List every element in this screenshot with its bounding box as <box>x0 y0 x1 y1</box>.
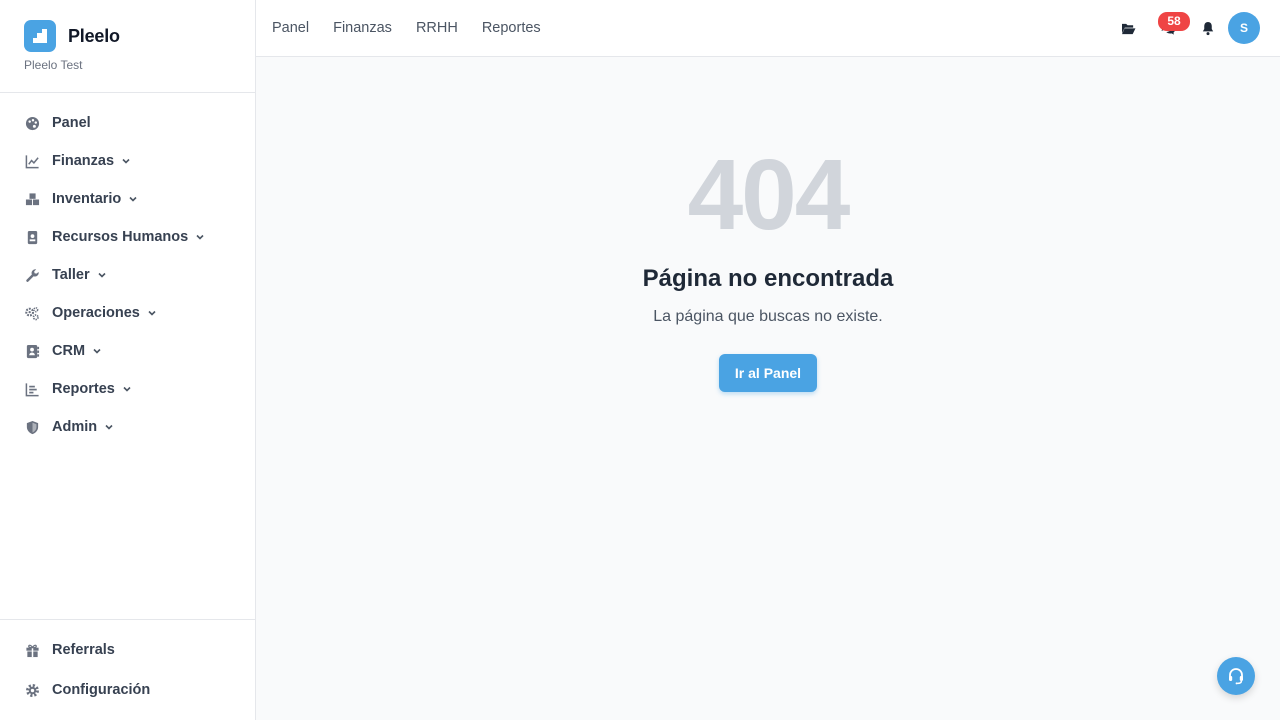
sidebar-item-label: Recursos Humanos <box>52 229 189 245</box>
wrench-icon <box>24 267 40 283</box>
chart-line-icon <box>24 153 40 169</box>
cogs-icon <box>24 305 40 321</box>
sidebar-item-label: Taller <box>52 267 90 283</box>
bell-icon[interactable]: 58 <box>1158 11 1224 44</box>
sidebar-item-recursos-humanos[interactable]: Recursos Humanos <box>0 218 255 256</box>
chevron-down-icon <box>121 383 133 395</box>
sidebar-nav: Panel Finanzas Inventario Recursos Human… <box>0 93 255 446</box>
page-title: Página no encontrada <box>642 265 894 292</box>
bar-chart-icon <box>24 381 40 397</box>
sidebar-item-referrals[interactable]: Referrals <box>0 630 255 670</box>
go-to-panel-button[interactable]: Ir al Panel <box>719 354 817 392</box>
gear-icon <box>24 682 40 698</box>
sidebar-item-inventario[interactable]: Inventario <box>0 180 255 218</box>
brand-name: Pleelo <box>68 25 120 46</box>
sidebar-item-operaciones[interactable]: Operaciones <box>0 294 255 332</box>
sidebar-item-label: Operaciones <box>52 305 140 321</box>
notification-badge: 58 <box>1158 11 1190 31</box>
brand-row[interactable]: Pleelo <box>24 20 231 52</box>
palette-icon <box>24 115 40 131</box>
sidebar-item-label: Panel <box>52 115 91 131</box>
sidebar-item-label: Reportes <box>52 381 115 397</box>
top-link-finanzas[interactable]: Finanzas <box>333 20 392 36</box>
header-actions: 58 S <box>1104 11 1260 44</box>
chevron-down-icon <box>146 307 158 319</box>
id-badge-icon <box>24 229 40 245</box>
main-content: 404 Página no encontrada La página que b… <box>256 57 1280 720</box>
top-link-panel[interactable]: Panel <box>272 20 309 36</box>
error-description: La página que buscas no existe. <box>653 308 883 325</box>
chevron-down-icon <box>127 193 139 205</box>
error-code: 404 <box>687 139 851 251</box>
folder-open-icon[interactable] <box>1112 12 1144 44</box>
chevron-down-icon <box>103 421 115 433</box>
chevron-down-icon <box>194 231 206 243</box>
company-name: Pleelo Test <box>24 58 83 72</box>
sidebar-item-label: Finanzas <box>52 153 115 169</box>
sidebar-item-finanzas[interactable]: Finanzas <box>0 142 255 180</box>
sidebar-item-crm[interactable]: CRM <box>0 332 255 370</box>
logo-icon <box>24 20 56 52</box>
headset-icon <box>1227 667 1245 685</box>
chevron-down-icon <box>120 155 132 167</box>
sidebar-item-label: Referrals <box>52 642 115 658</box>
shield-icon <box>24 419 40 435</box>
sidebar-item-admin[interactable]: Admin <box>0 408 255 446</box>
avatar[interactable]: S <box>1228 12 1260 44</box>
chevron-down-icon <box>91 345 103 357</box>
address-book-icon <box>24 343 40 359</box>
boxes-icon <box>24 191 40 207</box>
sidebar-footer: Referrals Configuración <box>0 619 255 720</box>
sidebar-item-label: Admin <box>52 419 98 435</box>
chevron-down-icon <box>96 269 108 281</box>
sidebar-item-panel[interactable]: Panel <box>0 104 255 142</box>
top-link-reportes[interactable]: Reportes <box>482 20 541 36</box>
brand-block: Pleelo Pleelo Test <box>0 0 255 93</box>
sidebar-item-label: Inventario <box>52 191 122 207</box>
sidebar-item-reportes[interactable]: Reportes <box>0 370 255 408</box>
support-button[interactable] <box>1217 657 1255 695</box>
top-link-rrhh[interactable]: RRHH <box>416 20 458 36</box>
sidebar-item-label: CRM <box>52 343 86 359</box>
top-bar: Panel Finanzas RRHH Reportes 58 S <box>256 0 1280 57</box>
sidebar-item-label: Configuración <box>52 682 151 698</box>
gift-icon <box>24 642 40 658</box>
sidebar: Pleelo Pleelo Test Panel Finanzas Invent… <box>0 0 256 720</box>
sidebar-item-configuracion[interactable]: Configuración <box>0 670 255 710</box>
sidebar-item-taller[interactable]: Taller <box>0 256 255 294</box>
